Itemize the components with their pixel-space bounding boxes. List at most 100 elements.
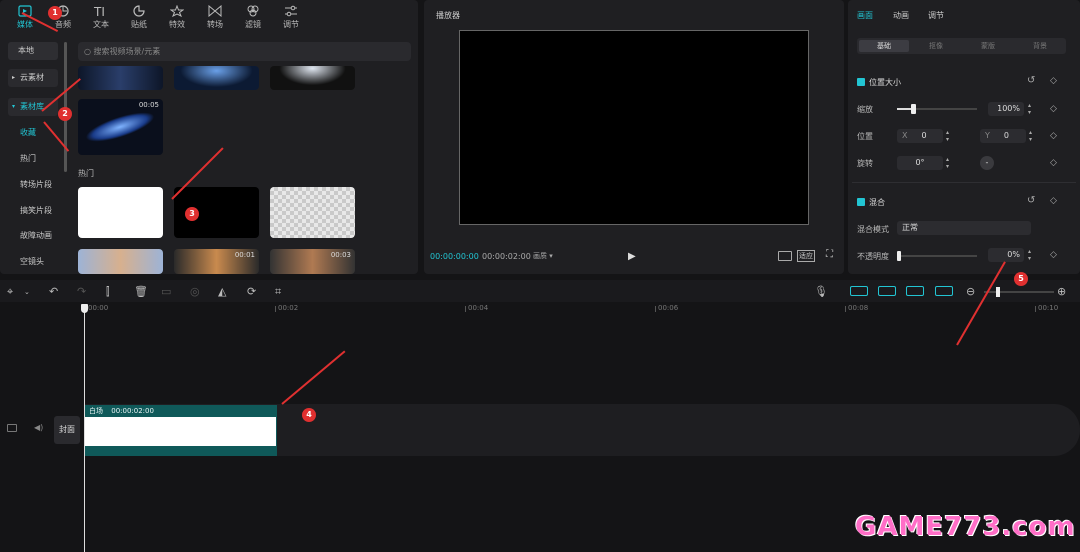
sidebar-item-transition-clips[interactable]: 转场片段 <box>8 176 58 194</box>
playhead-handle[interactable] <box>81 304 88 313</box>
media-thumb-face-2[interactable]: 00:01 <box>174 249 259 274</box>
opacity-stepper[interactable]: ▴ ▾ <box>1028 248 1031 262</box>
position-y-input[interactable]: Y0 <box>980 129 1026 143</box>
subtab-cutout[interactable]: 抠像 <box>911 40 961 52</box>
zoom-slider[interactable] <box>984 287 1054 297</box>
track-audio-icon[interactable]: ◀) <box>34 423 43 432</box>
sidebar-item-favorites[interactable]: 收藏 <box>8 124 58 142</box>
scale-slider[interactable] <box>897 104 977 114</box>
sidebar-cloud[interactable]: ▸ 云素材 <box>8 69 58 87</box>
zoom-in-icon[interactable]: ⊕ <box>1057 285 1066 298</box>
media-thumb-white[interactable] <box>78 187 163 238</box>
keyframe-icon[interactable]: ◇ <box>1050 104 1057 114</box>
link-toggle-4[interactable] <box>935 286 953 296</box>
blend-checkbox[interactable] <box>857 198 865 206</box>
rotate-dial[interactable]: - <box>980 156 994 170</box>
view-mode-dropdown[interactable]: 画质 ▾ <box>533 251 553 261</box>
cover-button[interactable]: 封面 <box>54 416 80 444</box>
position-x-input[interactable]: X0 <box>897 129 943 143</box>
fullscreen-button[interactable]: ⛶ <box>826 249 833 260</box>
tab-filter[interactable]: 滤镜 <box>236 2 270 30</box>
inspector-tab-animation[interactable]: 动画 <box>893 10 909 21</box>
freeze-icon: ▭ <box>161 285 172 298</box>
timeline-clip[interactable]: 白场 00:00:02:00 <box>84 405 277 456</box>
keyframe-icon[interactable]: ◇ <box>1050 76 1057 86</box>
scale-value: 100% <box>997 104 1020 113</box>
sidebar-local[interactable]: 本地 <box>8 42 58 60</box>
scale-slider-handle[interactable] <box>911 104 916 114</box>
play-icon: ▶ <box>628 251 636 262</box>
link-toggle-1[interactable] <box>850 286 868 296</box>
opacity-input[interactable]: 0% <box>988 248 1024 262</box>
split-icon[interactable]: ⫿ <box>106 285 110 299</box>
tab-adjust[interactable]: 调节 <box>274 2 308 30</box>
track-lock-icon[interactable] <box>7 424 17 432</box>
chevron-down-icon[interactable]: ⌄ <box>24 288 30 296</box>
media-thumb-face-3[interactable]: 00:03 <box>270 249 355 274</box>
media-thumb-face-1[interactable] <box>78 249 163 274</box>
inspector-tab-picture[interactable]: 画面 <box>857 10 873 21</box>
media-thumb-lightning-4[interactable]: 00:05 <box>78 99 163 155</box>
media-thumb-lightning-1[interactable] <box>78 66 163 90</box>
position-y-stepper[interactable]: ▴ ▾ <box>1029 129 1032 143</box>
keyframe-icon[interactable]: ◇ <box>1050 250 1057 260</box>
tab-transition[interactable]: 转场 <box>198 2 232 30</box>
opacity-slider-handle[interactable] <box>897 251 901 261</box>
scale-stepper[interactable]: ▴ ▾ <box>1028 102 1031 116</box>
tab-effects[interactable]: 特效 <box>160 2 194 30</box>
position-x-stepper[interactable]: ▴ ▾ <box>946 129 949 143</box>
media-thumb-transparent[interactable] <box>270 187 355 238</box>
sidebar-item-label: 空镜头 <box>20 257 44 266</box>
ruler-label: 00:08 <box>848 304 869 312</box>
play-button[interactable]: ▶ <box>628 251 636 262</box>
sidebar-item-empty-shots[interactable]: 空镜头 <box>8 253 58 271</box>
subtab-background[interactable]: 背景 <box>1015 40 1065 52</box>
media-thumb-lightning-2[interactable] <box>174 66 259 90</box>
sidebar-item-hot[interactable]: 热门 <box>8 150 58 168</box>
playhead[interactable] <box>84 304 85 552</box>
keyframe-icon[interactable]: ◇ <box>1050 196 1057 206</box>
search-input[interactable]: ○ 搜索视频场景/元素 <box>78 42 411 61</box>
mirror-icon[interactable]: ◭ <box>218 285 226 298</box>
subtab-basic[interactable]: 基础 <box>859 40 909 52</box>
blend-mode-dropdown[interactable]: 正常 <box>897 221 1031 235</box>
tab-media-label: 媒体 <box>17 20 33 29</box>
position-checkbox[interactable] <box>857 78 865 86</box>
ratio-button[interactable]: 适应 <box>797 250 815 262</box>
reset-icon[interactable]: ↺ <box>1027 195 1035 206</box>
sidebar-item-funny-clips[interactable]: 搞笑片段 <box>8 202 58 220</box>
rotate-stepper[interactable]: ▴ ▾ <box>946 156 949 170</box>
scale-input[interactable]: 100% <box>988 102 1024 116</box>
tab-sticker[interactable]: 贴纸 <box>122 2 156 30</box>
waveform-button[interactable] <box>778 251 792 261</box>
undo-icon[interactable]: ↶ <box>49 285 58 298</box>
link-toggle-2[interactable] <box>878 286 896 296</box>
rotate-input[interactable]: 0° <box>897 156 943 170</box>
link-toggle-3[interactable] <box>906 286 924 296</box>
sidebar-item-glitch[interactable]: 故障动画 <box>8 227 58 245</box>
sidebar-item-label: 收藏 <box>20 128 36 137</box>
microphone-icon[interactable]: 🎙 <box>814 285 828 298</box>
zoom-out-icon[interactable]: ⊖ <box>966 285 975 298</box>
clip-duration: 00:05 <box>138 101 159 109</box>
reset-icon[interactable]: ↺ <box>1027 75 1035 86</box>
delete-icon[interactable]: 🗑 <box>134 285 148 298</box>
transition-icon <box>208 5 222 17</box>
opacity-slider[interactable] <box>897 251 977 261</box>
rotate-icon[interactable]: ⟳ <box>247 285 256 298</box>
select-tool-icon[interactable]: ⌖ <box>7 285 13 299</box>
media-thumb-lightning-3[interactable] <box>270 66 355 90</box>
keyframe-icon[interactable]: ◇ <box>1050 131 1057 141</box>
preview-canvas[interactable] <box>459 30 809 225</box>
zoom-slider-handle[interactable] <box>996 287 1000 297</box>
inspector-tab-adjust[interactable]: 调节 <box>928 10 944 21</box>
crop-icon[interactable]: ⌗ <box>275 285 281 299</box>
subtab-mask[interactable]: 蒙版 <box>963 40 1013 52</box>
sidebar-library[interactable]: ▾ 素材库 <box>8 98 58 116</box>
sticker-icon <box>133 5 145 17</box>
ruler-tick <box>275 306 276 312</box>
keyframe-icon[interactable]: ◇ <box>1050 158 1057 168</box>
tab-filter-label: 滤镜 <box>245 20 261 29</box>
tab-text[interactable]: TI 文本 <box>84 2 118 30</box>
ruler-label: 00:02 <box>278 304 299 312</box>
